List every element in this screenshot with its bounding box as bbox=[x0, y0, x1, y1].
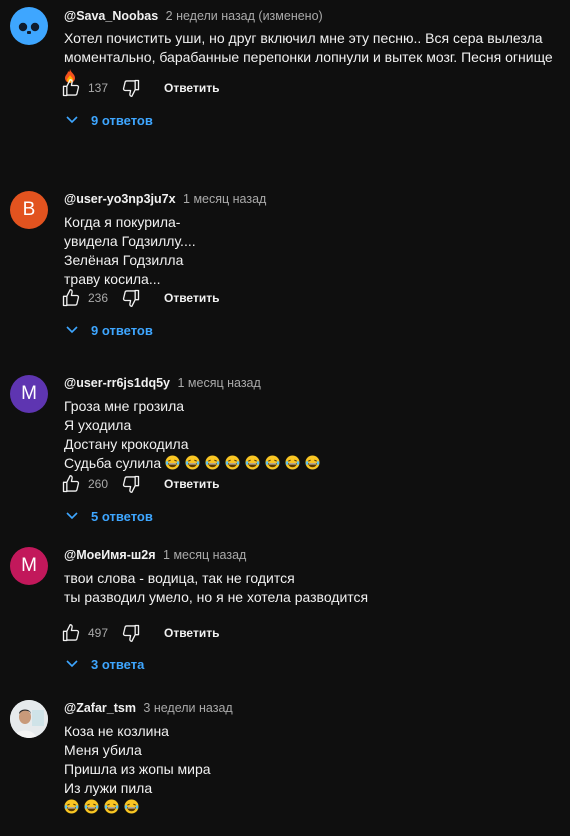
laughing-emoji-icon bbox=[165, 455, 180, 470]
like-count: 260 bbox=[88, 477, 109, 491]
thumbs-down-icon bbox=[122, 79, 140, 97]
thumbs-down-icon bbox=[122, 289, 140, 307]
chevron-down-icon bbox=[66, 116, 78, 124]
comment-time[interactable]: 1 месяц назад bbox=[183, 192, 266, 206]
comment-header: @user-rr6js1dq5y 1 месяц назад bbox=[64, 376, 261, 390]
like-button[interactable] bbox=[60, 77, 82, 99]
avatar-photo-icon bbox=[10, 700, 48, 738]
avatar[interactable]: M bbox=[10, 547, 48, 585]
avatar-letter: M bbox=[21, 555, 37, 576]
laughing-emoji-icon bbox=[124, 799, 139, 814]
show-replies-button[interactable]: 9 ответов bbox=[66, 110, 153, 130]
comment-header: @Sava_Noobas 2 недели назад (изменено) bbox=[64, 9, 323, 23]
laughing-emoji-icon bbox=[225, 455, 240, 470]
comment-text: Гроза мне грозила Я уходила Достану крок… bbox=[64, 397, 564, 473]
comment: B @user-yo3np3ju7x 1 месяц назад Когда я… bbox=[0, 182, 570, 366]
show-replies-button[interactable]: 5 ответов bbox=[66, 506, 153, 526]
comment-actions: 137 Ответить bbox=[60, 77, 219, 99]
reply-button[interactable]: Ответить bbox=[164, 81, 219, 95]
laughing-emoji-icon bbox=[84, 799, 99, 814]
comment-text-body: Коза не козлина Меня убила Пришла из жоп… bbox=[64, 723, 211, 796]
dislike-button[interactable] bbox=[120, 622, 142, 644]
comment-header: @user-yo3np3ju7x 1 месяц назад bbox=[64, 192, 266, 206]
comment-actions: 236 Ответить bbox=[60, 287, 219, 309]
replies-count: 5 ответов bbox=[91, 508, 153, 524]
comment: M @МоеИмя-ш2я 1 месяц назад твои слова -… bbox=[0, 538, 570, 691]
replies-count: 9 ответов bbox=[91, 322, 153, 338]
show-replies-button[interactable]: 3 ответа bbox=[66, 654, 144, 674]
comment-header: @Zafar_tsm 3 недели назад bbox=[64, 701, 233, 715]
like-button[interactable] bbox=[60, 473, 82, 495]
chevron-down-icon bbox=[66, 326, 78, 334]
comment-time[interactable]: 3 недели назад bbox=[143, 701, 232, 715]
replies-count: 9 ответов bbox=[91, 112, 153, 128]
comment-actions: 260 Ответить bbox=[60, 473, 219, 495]
laughing-emoji-icon bbox=[104, 799, 119, 814]
avatar-face-icon bbox=[18, 22, 40, 34]
thumbs-up-icon bbox=[62, 475, 80, 493]
reply-button[interactable]: Ответить bbox=[164, 626, 219, 640]
comment-actions: 497 Ответить bbox=[60, 622, 219, 644]
comment-time[interactable]: 1 месяц назад bbox=[177, 376, 260, 390]
like-button[interactable] bbox=[60, 622, 82, 644]
avatar-letter: B bbox=[22, 199, 36, 220]
dislike-button[interactable] bbox=[120, 473, 142, 495]
emoji-row bbox=[165, 455, 325, 471]
comment: @Sava_Noobas 2 недели назад (изменено) Х… bbox=[0, 0, 570, 182]
laughing-emoji-icon bbox=[245, 455, 260, 470]
like-count: 236 bbox=[88, 291, 109, 305]
laughing-emoji-icon bbox=[205, 455, 220, 470]
comment-text: Когда я покурила- увидела Годзиллу.... З… bbox=[64, 214, 196, 287]
comment-header: @МоеИмя-ш2я 1 месяц назад bbox=[64, 548, 246, 562]
reply-button[interactable]: Ответить bbox=[164, 291, 219, 305]
dislike-button[interactable] bbox=[120, 77, 142, 99]
author-name[interactable]: @МоеИмя-ш2я bbox=[64, 548, 156, 562]
author-name[interactable]: @user-rr6js1dq5y bbox=[64, 376, 170, 390]
comment-text: твои слова - водица, так не годится ты р… bbox=[64, 570, 369, 605]
laughing-emoji-icon bbox=[305, 455, 320, 470]
avatar[interactable] bbox=[10, 7, 48, 45]
laughing-emoji-icon bbox=[285, 455, 300, 470]
laughing-emoji-icon bbox=[64, 799, 79, 814]
thumbs-up-icon bbox=[62, 289, 80, 307]
thumbs-up-icon bbox=[62, 624, 80, 642]
laughing-emoji-icon bbox=[265, 455, 280, 470]
like-button[interactable] bbox=[60, 287, 82, 309]
avatar[interactable] bbox=[10, 700, 48, 738]
avatar[interactable]: M bbox=[10, 375, 48, 413]
show-replies-button[interactable]: 9 ответов bbox=[66, 320, 153, 340]
comment-time[interactable]: 2 недели назад (изменено) bbox=[166, 9, 323, 23]
avatar[interactable]: B bbox=[10, 191, 48, 229]
comment-text-body: Хотел почистить уши, но друг включил мне… bbox=[64, 30, 553, 65]
thumbs-down-icon bbox=[122, 475, 140, 493]
author-name[interactable]: @Zafar_tsm bbox=[64, 701, 136, 715]
emoji-row bbox=[64, 799, 144, 815]
comment: M @user-rr6js1dq5y 1 месяц назад Гроза м… bbox=[0, 366, 570, 538]
author-name[interactable]: @user-yo3np3ju7x bbox=[64, 192, 176, 206]
chevron-down-icon bbox=[66, 660, 78, 668]
dislike-button[interactable] bbox=[120, 287, 142, 309]
author-name[interactable]: @Sava_Noobas bbox=[64, 9, 158, 23]
thumbs-up-icon bbox=[62, 79, 80, 97]
comment-text: Коза не козлина Меня убила Пришла из жоп… bbox=[64, 722, 564, 817]
like-count: 497 bbox=[88, 626, 109, 640]
reply-button[interactable]: Ответить bbox=[164, 477, 219, 491]
like-count: 137 bbox=[88, 81, 109, 95]
avatar-letter: M bbox=[21, 383, 37, 404]
replies-count: 3 ответа bbox=[91, 656, 145, 672]
comment: @Zafar_tsm 3 недели назад Коза не козлин… bbox=[0, 691, 570, 836]
comment-time[interactable]: 1 месяц назад bbox=[163, 548, 246, 562]
chevron-down-icon bbox=[66, 512, 78, 520]
thumbs-down-icon bbox=[122, 624, 140, 642]
laughing-emoji-icon bbox=[185, 455, 200, 470]
